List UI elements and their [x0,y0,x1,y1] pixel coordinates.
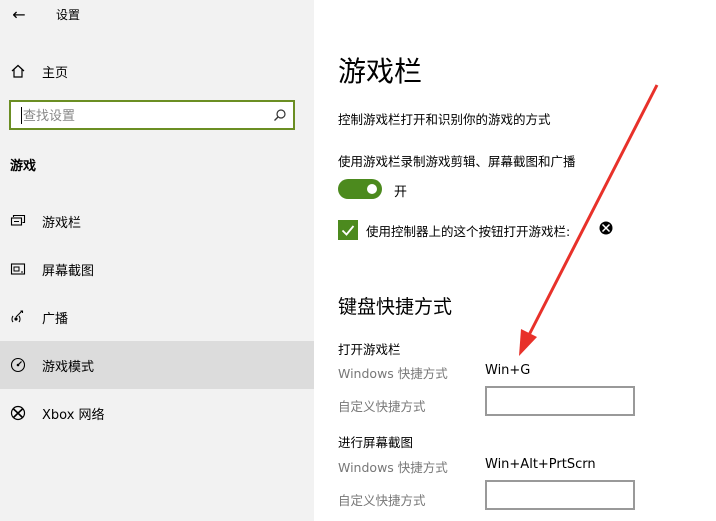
sidebar-item-label: Xbox 网络 [42,408,105,423]
back-arrow-icon: ← [12,4,26,24]
keyboard-shortcuts-heading: 键盘快捷方式 [338,296,453,318]
broadcast-icon [11,310,24,323]
checkmark-icon [341,225,355,236]
section-title: 游戏 [10,159,37,174]
sidebar-item-label: 屏幕截图 [42,264,95,279]
sidebar-item-label: 游戏栏 [42,216,82,231]
gamebar-icon [10,214,26,226]
group-title-screenshot: 进行屏幕截图 [338,435,414,450]
game-mode-icon [10,357,26,373]
sidebar-item-xbox-network[interactable]: Xbox 网络 [0,389,314,437]
sidebar-item-label: 主页 [42,66,69,81]
windows-shortcut-value: Win+Alt+PrtScrn [485,457,596,472]
sidebar-item-home[interactable]: 主页 [0,55,314,87]
sidebar-item-game-mode[interactable]: 游戏模式 [0,341,314,389]
text-caret [21,107,22,124]
search-box[interactable] [9,100,295,130]
sidebar-item-screenshot[interactable]: 屏幕截图 [0,245,314,293]
title-bar: ← 设置 [0,0,314,30]
sidebar: ← 设置 主页 游戏 游戏栏 屏幕截图 [0,0,314,521]
sidebar-item-label: 广播 [42,312,69,327]
sidebar-item-broadcast[interactable]: 广播 [0,293,314,341]
record-toggle[interactable] [338,179,382,199]
sidebar-item-gamebar[interactable]: 游戏栏 [0,197,314,245]
custom-shortcut-label: 自定义快捷方式 [338,493,426,508]
controller-checkbox-label: 使用控制器上的这个按钮打开游戏栏: [366,224,571,239]
back-button[interactable]: ← [9,3,29,25]
toggle-knob [367,184,377,194]
app-title: 设置 [56,8,81,22]
page-subtitle: 控制游戏栏打开和识别你的游戏的方式 [338,112,551,127]
page-title: 游戏栏 [338,55,423,88]
toggle-state-label: 开 [394,185,408,200]
windows-shortcut-label: Windows 快捷方式 [338,460,448,475]
custom-shortcut-field[interactable] [485,386,635,416]
record-toggle-label: 使用游戏栏录制游戏剪辑、屏幕截图和广播 [338,154,576,169]
windows-shortcut-value: Win+G [485,363,531,378]
custom-shortcut-label: 自定义快捷方式 [338,399,426,414]
custom-shortcut-field[interactable] [485,480,635,510]
home-icon [11,64,25,78]
controller-checkbox[interactable] [338,220,358,240]
xbox-button-icon [599,221,613,235]
main-content: 游戏栏 控制游戏栏打开和识别你的游戏的方式 使用游戏栏录制游戏剪辑、屏幕截图和广… [314,0,716,521]
sidebar-item-label: 游戏模式 [42,360,95,375]
windows-shortcut-label: Windows 快捷方式 [338,366,448,381]
xbox-icon [10,405,26,421]
screenshot-icon [10,263,26,275]
search-icon[interactable] [273,108,287,122]
group-title-open-gamebar: 打开游戏栏 [338,342,401,357]
search-input[interactable] [21,105,265,127]
